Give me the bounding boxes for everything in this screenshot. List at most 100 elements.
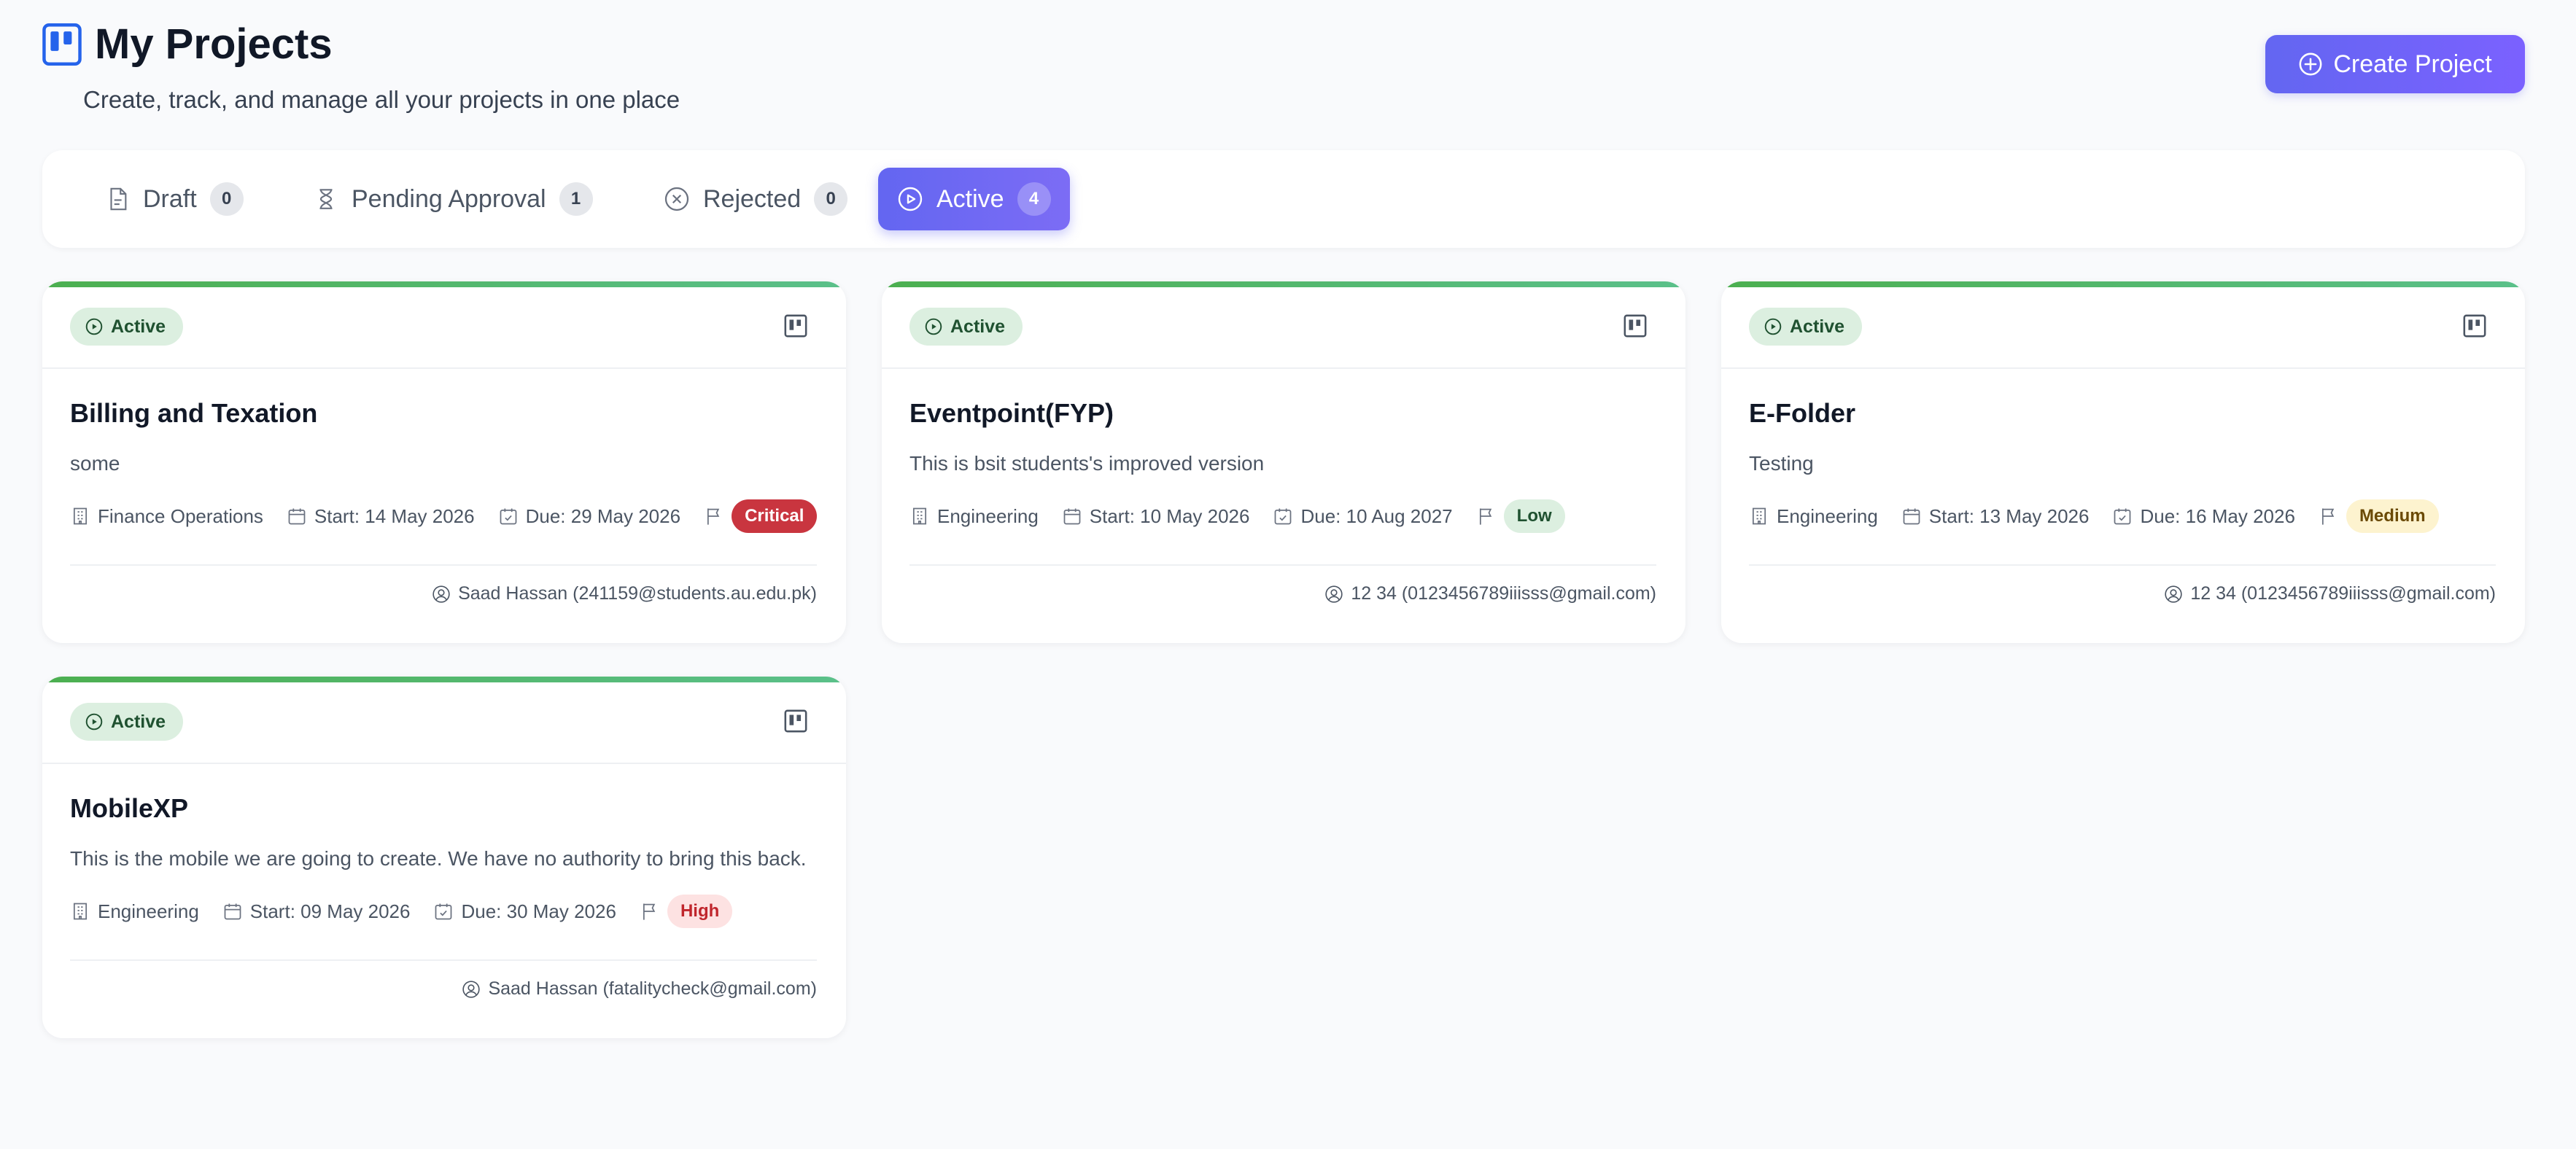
board-view-icon[interactable]	[2462, 313, 2487, 338]
priority-badge: Medium	[2346, 499, 2439, 533]
divider	[909, 564, 1656, 566]
due-date: Due: 10 Aug 2027	[1273, 505, 1453, 528]
status-color-bar	[1721, 281, 2525, 287]
owner-label: Saad Hassan (241159@students.au.edu.pk)	[458, 583, 817, 604]
play-circle-icon	[898, 187, 923, 211]
start-date: Start: 13 May 2026	[1901, 505, 2090, 528]
page-title: My Projects	[95, 20, 333, 68]
board-view-icon[interactable]	[1623, 313, 1648, 338]
due-date-label: Due: 29 May 2026	[525, 505, 681, 527]
project-owner: 12 34 (0123456789iiisss@gmail.com)	[2164, 583, 2496, 604]
start-date-label: Start: 10 May 2026	[1089, 505, 1250, 527]
card-header: Active	[42, 682, 846, 764]
status-badge: Active	[909, 308, 1023, 346]
tab-label: Draft	[143, 184, 197, 213]
tab-active[interactable]: Active 4	[878, 168, 1070, 230]
card-header: Active	[1721, 287, 2525, 369]
project-description: Testing	[1749, 452, 1814, 475]
start-date: Start: 09 May 2026	[222, 900, 411, 923]
department-label: Engineering	[937, 505, 1039, 527]
status-label: Active	[111, 316, 166, 337]
start-date: Start: 10 May 2026	[1062, 505, 1250, 528]
calendar-check-icon	[2114, 508, 2131, 525]
calendar-check-icon	[1275, 508, 1292, 525]
calendar-icon	[224, 903, 241, 920]
project-meta: Engineering Start: 09 May 2026 Due: 30 M…	[70, 892, 756, 930]
user-circle-icon	[462, 980, 481, 998]
due-date: Due: 29 May 2026	[498, 505, 680, 528]
project-title[interactable]: MobileXP	[70, 793, 188, 824]
board-view-icon[interactable]	[783, 313, 808, 338]
department-label: Engineering	[98, 900, 199, 922]
project-card[interactable]: Active Eventpoint(FYP) This is bsit stud…	[882, 281, 1685, 643]
start-date-label: Start: 14 May 2026	[314, 505, 475, 527]
kanban-board-icon	[42, 23, 82, 66]
building-icon	[73, 903, 88, 920]
play-circle-icon	[925, 318, 942, 335]
owner-label: 12 34 (0123456789iiisss@gmail.com)	[1351, 583, 1656, 604]
user-circle-icon	[1325, 585, 1343, 603]
page-subtitle: Create, track, and manage all your proje…	[83, 86, 680, 113]
start-date-label: Start: 13 May 2026	[1928, 505, 2090, 527]
status-color-bar	[42, 281, 846, 287]
status-badge: Active	[70, 308, 184, 346]
calendar-check-icon	[500, 508, 516, 525]
department: Engineering	[1749, 505, 1878, 528]
divider	[70, 959, 817, 961]
create-project-button[interactable]: Create Project	[2265, 35, 2525, 93]
flag-icon	[707, 508, 720, 525]
priority: High	[640, 895, 733, 928]
tab-label: Active	[936, 184, 1004, 213]
project-card[interactable]: Active E-Folder Testing Engineering Star…	[1721, 281, 2525, 643]
card-header: Active	[42, 287, 846, 369]
tab-label: Rejected	[703, 184, 802, 213]
calendar-icon	[288, 508, 306, 525]
flag-icon	[2321, 508, 2335, 525]
priority: Low	[1476, 499, 1565, 533]
create-project-label: Create Project	[2333, 50, 2492, 78]
status-color-bar	[42, 677, 846, 682]
department-label: Engineering	[1777, 505, 1878, 527]
project-meta: Finance Operations Start: 14 May 2026 Du…	[70, 497, 840, 535]
flag-icon	[1479, 508, 1491, 525]
page-header: My Projects Create, track, and manage al…	[42, 19, 2525, 121]
board-view-icon[interactable]	[783, 709, 808, 733]
project-owner: Saad Hassan (fatalitycheck@gmail.com)	[462, 978, 817, 1000]
calendar-check-icon	[435, 903, 452, 920]
document-icon	[110, 187, 127, 211]
project-title[interactable]: Eventpoint(FYP)	[909, 398, 1114, 429]
user-circle-icon	[432, 585, 450, 603]
tab-pending-approval[interactable]: Pending Approval 1	[295, 168, 612, 230]
status-badge: Active	[1749, 308, 1863, 346]
project-description: This is the mobile we are going to creat…	[70, 847, 807, 870]
tab-count: 0	[814, 182, 848, 216]
status-label: Active	[111, 711, 166, 732]
project-description: some	[70, 452, 120, 475]
due-date: Due: 30 May 2026	[433, 900, 616, 923]
due-date-label: Due: 16 May 2026	[2140, 505, 2295, 527]
project-meta: Engineering Start: 13 May 2026 Due: 16 M…	[1749, 497, 2462, 535]
project-card[interactable]: Active Billing and Texation some Finance…	[42, 281, 846, 643]
status-tabs: Draft 0 Pending Approval 1 Rejected 0 Ac…	[42, 150, 2525, 248]
flag-icon	[643, 903, 656, 920]
project-card[interactable]: Active MobileXP This is the mobile we ar…	[42, 677, 846, 1038]
owner-label: Saad Hassan (fatalitycheck@gmail.com)	[488, 978, 817, 999]
project-title[interactable]: Billing and Texation	[70, 398, 317, 429]
plus-circle-icon	[2299, 52, 2322, 76]
status-label: Active	[950, 316, 1006, 337]
owner-label: 12 34 (0123456789iiisss@gmail.com)	[2190, 583, 2496, 604]
project-title[interactable]: E-Folder	[1749, 398, 1855, 429]
x-circle-icon	[664, 187, 689, 211]
tab-rejected[interactable]: Rejected 0	[645, 168, 866, 230]
start-date-label: Start: 09 May 2026	[249, 900, 411, 922]
calendar-icon	[1063, 508, 1081, 525]
building-icon	[1752, 507, 1766, 525]
due-date-label: Due: 30 May 2026	[461, 900, 616, 922]
start-date: Start: 14 May 2026	[287, 505, 475, 528]
tab-draft[interactable]: Draft 0	[86, 168, 263, 230]
priority-badge: High	[667, 895, 733, 928]
priority: Medium	[2319, 499, 2439, 533]
building-icon	[73, 507, 88, 525]
tab-count: 0	[209, 182, 244, 216]
tab-count: 1	[559, 182, 593, 216]
